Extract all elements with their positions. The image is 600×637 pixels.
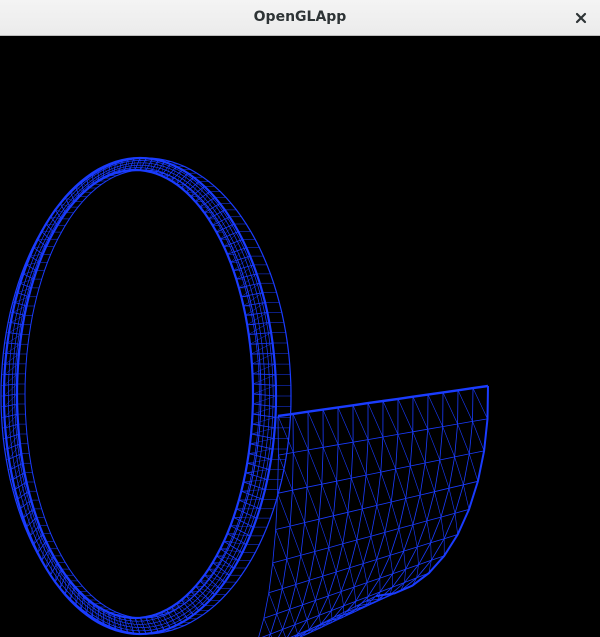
app-window: OpenGLApp bbox=[0, 0, 600, 637]
close-button[interactable] bbox=[568, 5, 594, 31]
wireframe-ring bbox=[0, 156, 292, 636]
opengl-viewport[interactable] bbox=[0, 36, 600, 637]
wireframe-render bbox=[0, 156, 489, 637]
close-icon bbox=[575, 12, 587, 24]
window-title: OpenGLApp bbox=[253, 9, 347, 25]
title-bar[interactable]: OpenGLApp bbox=[0, 0, 600, 36]
